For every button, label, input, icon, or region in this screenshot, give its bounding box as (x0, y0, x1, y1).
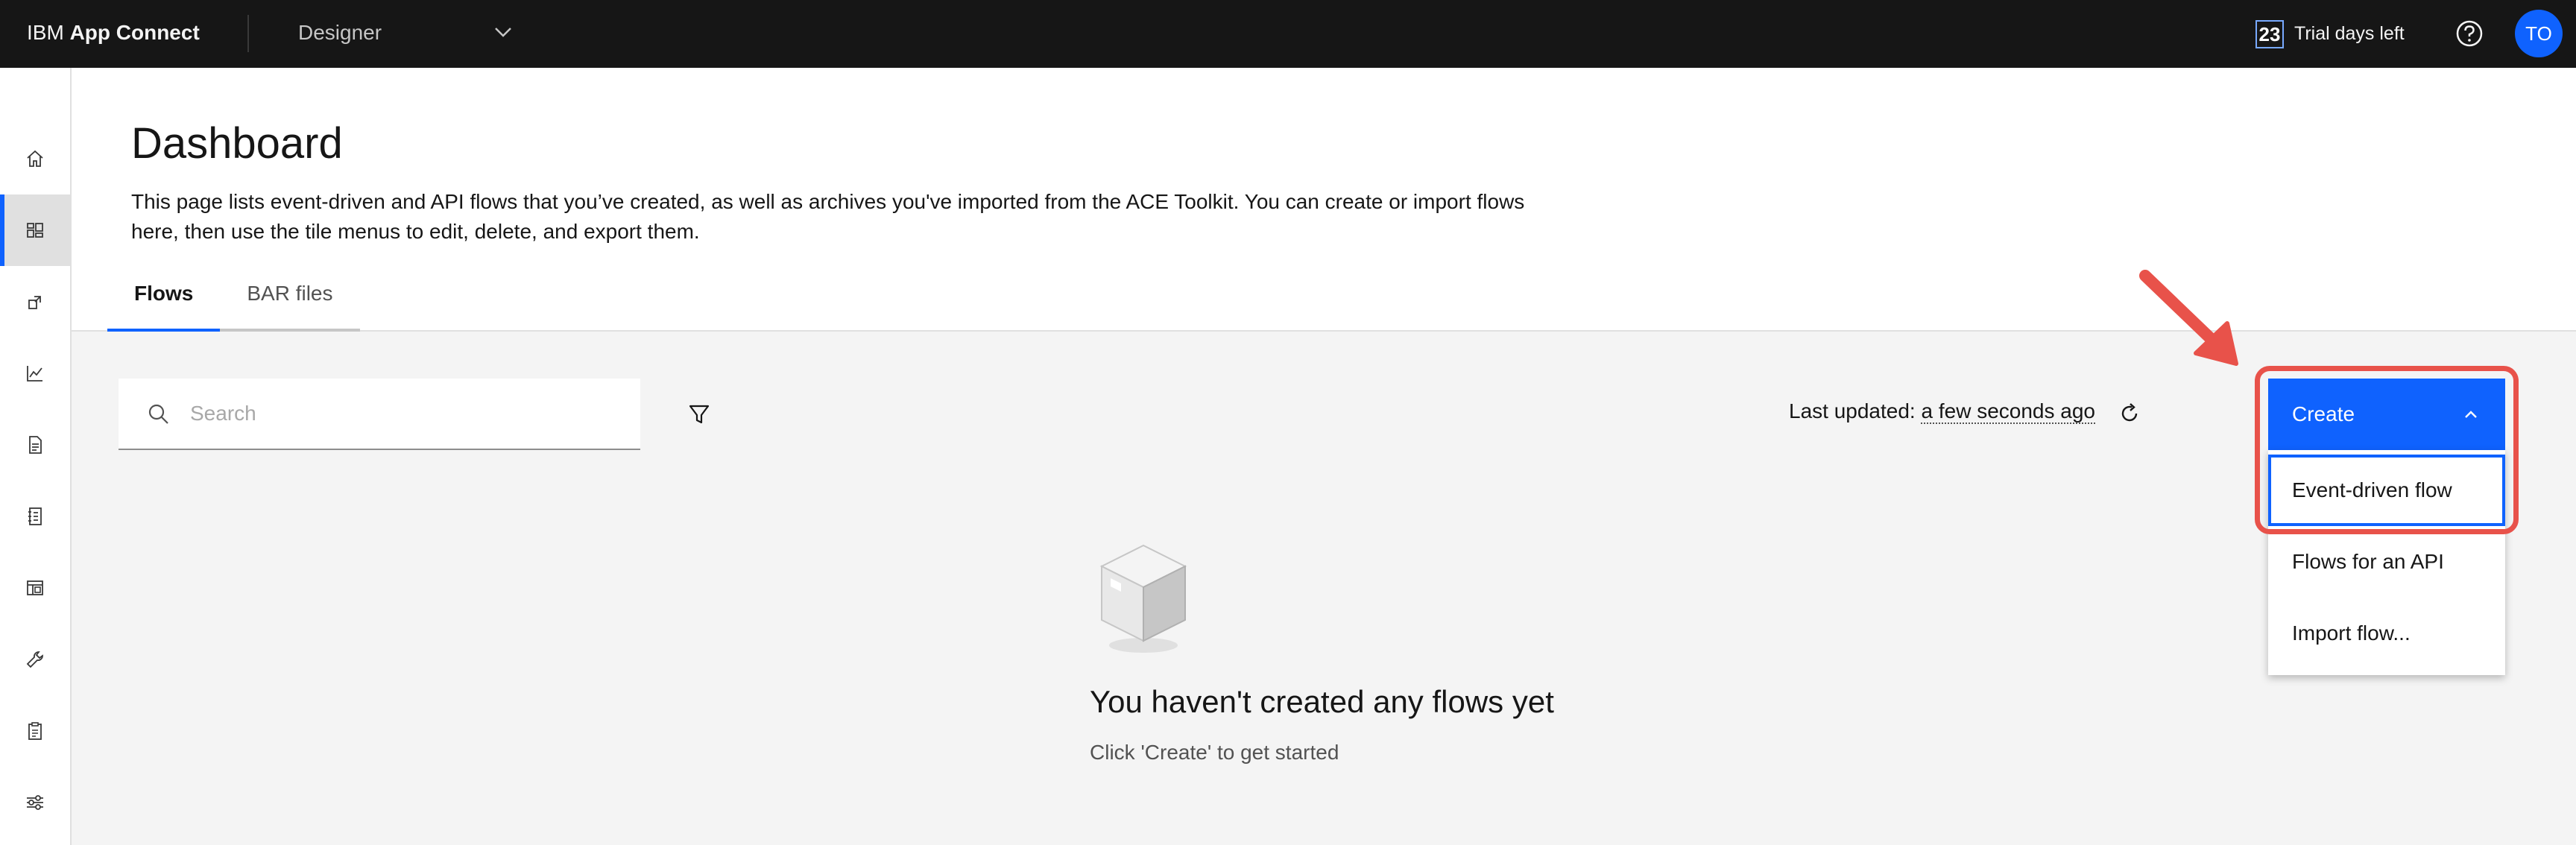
trial-indicator: 23 Trial days left (2255, 0, 2405, 68)
deploy-icon (28, 296, 41, 309)
app-brand[interactable]: IBM App Connect (27, 0, 200, 68)
product-switcher[interactable]: Designer (271, 0, 540, 68)
product-switcher-label: Designer (298, 21, 382, 44)
filter-icon[interactable] (684, 399, 714, 429)
help-icon[interactable] (2452, 16, 2487, 51)
empty-state-subtitle: Click 'Create' to get started (1090, 741, 1339, 764)
dashboard-icon (27, 223, 43, 238)
templates-icon (27, 580, 43, 595)
nav-dashboard[interactable] (0, 194, 70, 266)
last-updated-label: Last updated: (1789, 399, 1922, 422)
nav-templates[interactable] (0, 552, 70, 624)
page-title: Dashboard (131, 119, 343, 168)
brand-name: App Connect (69, 21, 200, 44)
search-icon (148, 404, 168, 424)
catalog-icon (28, 507, 42, 525)
nav-settings[interactable] (0, 767, 70, 838)
trial-days-label: Trial days left (2294, 23, 2405, 44)
empty-state-title: You haven't created any flows yet (1090, 684, 1554, 719)
trial-days-count: 23 (2255, 19, 2284, 48)
user-avatar[interactable]: TO (2515, 10, 2563, 57)
nav-clipboard[interactable] (0, 695, 70, 767)
annotation-arrow-icon (2139, 270, 2238, 366)
side-nav (0, 68, 72, 845)
empty-box-icon (1099, 544, 1187, 653)
annotation-highlight (2255, 366, 2519, 534)
tools-icon (26, 651, 43, 668)
document-icon (29, 436, 42, 454)
nav-home[interactable] (0, 123, 70, 194)
search-field (119, 379, 640, 450)
last-updated: Last updated: a few seconds ago (1789, 399, 2095, 424)
home-icon (27, 150, 43, 167)
tab-bar-files[interactable]: BAR files (220, 268, 360, 332)
clipboard-icon (28, 722, 42, 740)
nav-deploy[interactable] (0, 266, 70, 338)
nav-catalog[interactable] (0, 481, 70, 552)
search-input[interactable] (190, 379, 622, 449)
settings-sliders-icon (27, 795, 43, 810)
brand-prefix: IBM (27, 21, 70, 44)
nav-analytics[interactable] (0, 338, 70, 409)
refresh-icon[interactable] (2115, 399, 2144, 428)
nav-documents[interactable] (0, 409, 70, 481)
header-divider (247, 15, 249, 52)
nav-tools[interactable] (0, 624, 70, 695)
menu-item-flows-for-api[interactable]: Flows for an API (2268, 526, 2505, 598)
menu-item-import-flow[interactable]: Import flow... (2268, 598, 2505, 669)
top-bar: IBM App Connect Designer 23 Trial days l… (0, 0, 2576, 68)
last-updated-value[interactable]: a few seconds ago (1921, 399, 2095, 424)
tab-flows[interactable]: Flows (107, 268, 221, 332)
page-description: This page lists event-driven and API flo… (131, 190, 1525, 243)
tab-list: Flows BAR files (107, 268, 360, 332)
analytics-icon (27, 366, 42, 382)
